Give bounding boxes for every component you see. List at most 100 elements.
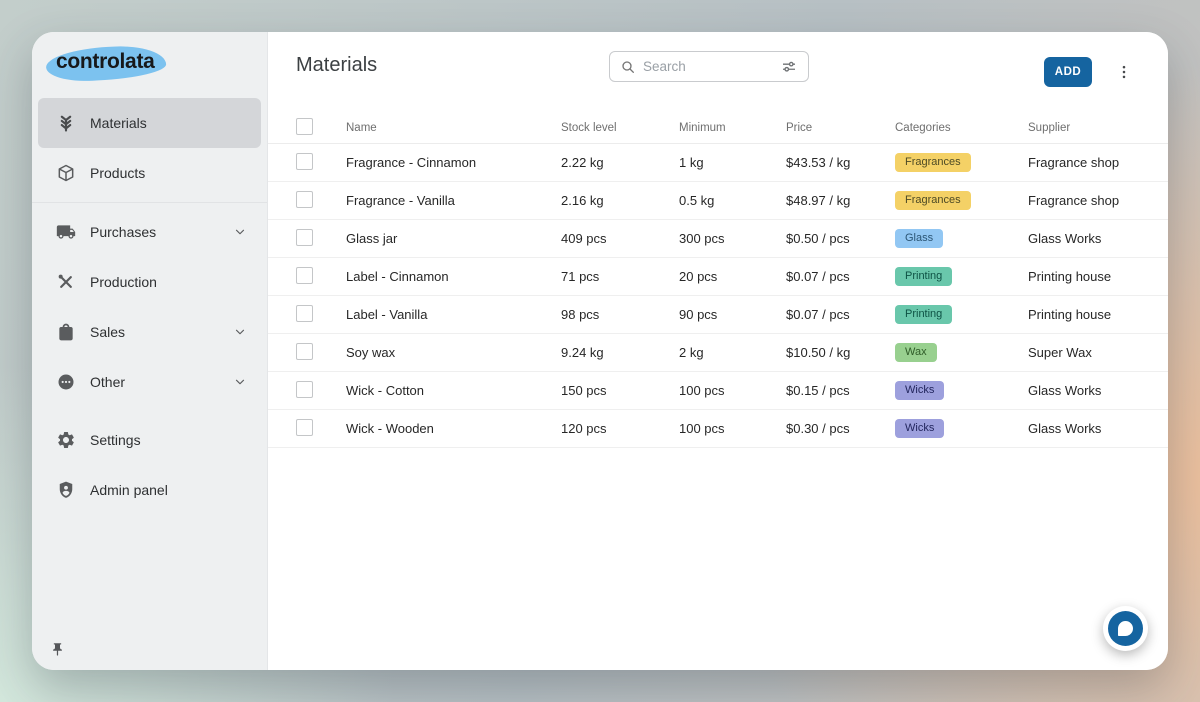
column-header-supplier: Supplier	[1028, 122, 1144, 134]
sidebar-item-settings[interactable]: Settings	[38, 415, 261, 465]
cell-stock: 120 pcs	[561, 421, 679, 436]
chat-glyph	[1118, 621, 1133, 636]
row-checkbox[interactable]	[296, 267, 313, 284]
materials-table: Name Stock level Minimum Price Categorie…	[268, 112, 1168, 448]
cell-stock: 409 pcs	[561, 231, 679, 246]
package-icon	[56, 163, 76, 183]
search-input[interactable]	[643, 59, 773, 74]
cell-name: Fragrance - Vanilla	[346, 193, 561, 208]
row-checkbox[interactable]	[296, 343, 313, 360]
sidebar-item-label: Products	[90, 165, 145, 181]
logo-text: controlata	[56, 50, 155, 74]
shopping-bag-icon	[56, 322, 76, 342]
cell-price: $43.53 / kg	[786, 155, 895, 170]
category-chip: Printing	[895, 305, 952, 324]
sidebar: controlata Materials Products Pur	[32, 32, 268, 670]
sidebar-gap	[32, 407, 267, 415]
cell-supplier: Fragrance shop	[1028, 155, 1144, 170]
sidebar-item-label: Production	[90, 274, 157, 290]
select-all-checkbox[interactable]	[296, 118, 313, 135]
column-header-name: Name	[346, 122, 561, 134]
cell-name: Glass jar	[346, 231, 561, 246]
table-header-row: Name Stock level Minimum Price Categorie…	[268, 112, 1168, 144]
cell-price: $0.15 / pcs	[786, 383, 895, 398]
row-checkbox[interactable]	[296, 153, 313, 170]
search-box	[609, 51, 809, 82]
cell-minimum: 100 pcs	[679, 421, 786, 436]
cell-minimum: 20 pcs	[679, 269, 786, 284]
chevron-down-icon	[233, 225, 247, 239]
app-logo: controlata	[32, 32, 267, 98]
wheat-icon	[56, 113, 76, 133]
row-checkbox[interactable]	[296, 381, 313, 398]
more-circle-icon	[56, 372, 76, 392]
chevron-down-icon	[233, 325, 247, 339]
sidebar-item-purchases[interactable]: Purchases	[38, 207, 261, 257]
row-checkbox[interactable]	[296, 191, 313, 208]
category-chip: Fragrances	[895, 153, 971, 172]
cell-price: $48.97 / kg	[786, 193, 895, 208]
cell-price: $0.07 / pcs	[786, 269, 895, 284]
kebab-menu-icon[interactable]	[1112, 60, 1136, 84]
cell-supplier: Glass Works	[1028, 421, 1144, 436]
category-chip: Printing	[895, 267, 952, 286]
cell-name: Label - Vanilla	[346, 307, 561, 322]
sidebar-item-label: Settings	[90, 432, 141, 448]
cell-supplier: Glass Works	[1028, 231, 1144, 246]
cell-stock: 71 pcs	[561, 269, 679, 284]
chat-bubble-icon	[1108, 611, 1143, 646]
sidebar-item-materials[interactable]: Materials	[38, 98, 261, 148]
cell-minimum: 100 pcs	[679, 383, 786, 398]
filter-tune-icon[interactable]	[780, 58, 798, 76]
table-row[interactable]: Fragrance - Vanilla 2.16 kg 0.5 kg $48.9…	[268, 182, 1168, 220]
cell-supplier: Super Wax	[1028, 345, 1144, 360]
row-checkbox[interactable]	[296, 305, 313, 322]
category-chip: Wicks	[895, 419, 944, 438]
search-icon	[620, 59, 636, 75]
add-button[interactable]: ADD	[1044, 57, 1092, 87]
table-row[interactable]: Soy wax 9.24 kg 2 kg $10.50 / kg Wax Sup…	[268, 334, 1168, 372]
main-content: Materials ADD Name Stock level Minimum P…	[268, 32, 1168, 670]
pin-icon[interactable]	[50, 642, 70, 662]
sidebar-item-sales[interactable]: Sales	[38, 307, 261, 357]
cell-stock: 98 pcs	[561, 307, 679, 322]
column-header-price: Price	[786, 122, 895, 134]
table-row[interactable]: Label - Cinnamon 71 pcs 20 pcs $0.07 / p…	[268, 258, 1168, 296]
cell-price: $10.50 / kg	[786, 345, 895, 360]
tools-icon	[56, 272, 76, 292]
cell-name: Soy wax	[346, 345, 561, 360]
table-row[interactable]: Label - Vanilla 98 pcs 90 pcs $0.07 / pc…	[268, 296, 1168, 334]
row-checkbox[interactable]	[296, 419, 313, 436]
table-row[interactable]: Glass jar 409 pcs 300 pcs $0.50 / pcs Gl…	[268, 220, 1168, 258]
table-row[interactable]: Wick - Cotton 150 pcs 100 pcs $0.15 / pc…	[268, 372, 1168, 410]
cell-stock: 150 pcs	[561, 383, 679, 398]
category-chip: Wax	[895, 343, 937, 362]
table-row[interactable]: Fragrance - Cinnamon 2.22 kg 1 kg $43.53…	[268, 144, 1168, 182]
sidebar-item-other[interactable]: Other	[38, 357, 261, 407]
cell-name: Fragrance - Cinnamon	[346, 155, 561, 170]
sidebar-item-label: Sales	[90, 324, 125, 340]
chevron-down-icon	[233, 375, 247, 389]
row-checkbox[interactable]	[296, 229, 313, 246]
sidebar-item-products[interactable]: Products	[38, 148, 261, 198]
chat-fab-button[interactable]	[1103, 606, 1148, 651]
sidebar-item-label: Purchases	[90, 224, 156, 240]
cell-minimum: 1 kg	[679, 155, 786, 170]
cell-stock: 2.16 kg	[561, 193, 679, 208]
cell-supplier: Printing house	[1028, 307, 1144, 322]
category-chip: Wicks	[895, 381, 944, 400]
cell-minimum: 2 kg	[679, 345, 786, 360]
sidebar-item-label: Admin panel	[90, 482, 168, 498]
cell-stock: 2.22 kg	[561, 155, 679, 170]
column-header-categories: Categories	[895, 122, 1028, 134]
table-row[interactable]: Wick - Wooden 120 pcs 100 pcs $0.30 / pc…	[268, 410, 1168, 448]
column-header-minimum: Minimum	[679, 122, 786, 134]
truck-icon	[56, 222, 76, 242]
category-chip: Fragrances	[895, 191, 971, 210]
sidebar-item-admin-panel[interactable]: Admin panel	[38, 465, 261, 515]
cell-supplier: Printing house	[1028, 269, 1144, 284]
cell-name: Wick - Wooden	[346, 421, 561, 436]
sidebar-divider	[32, 202, 267, 203]
category-chip: Glass	[895, 229, 943, 248]
sidebar-item-production[interactable]: Production	[38, 257, 261, 307]
